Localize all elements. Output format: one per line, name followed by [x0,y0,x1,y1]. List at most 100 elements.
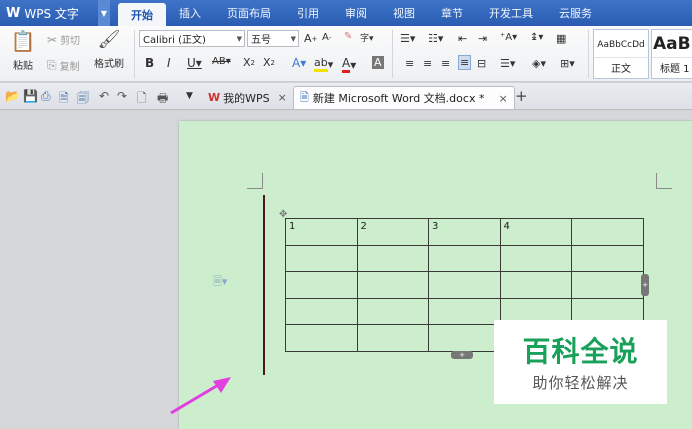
font-size-select[interactable]: 五号 ▼ [247,30,299,47]
add-column-handle[interactable]: + [641,274,649,296]
table-cell[interactable] [428,297,501,325]
text-effect-icon[interactable]: A▾ [292,56,306,70]
add-row-handle[interactable]: + [451,351,473,359]
table-cell[interactable] [428,271,501,299]
align-left-icon[interactable]: ≡ [405,57,414,70]
align-center-icon[interactable]: ≡ [423,57,432,70]
menu-tab-8[interactable]: 云服务 [546,0,605,26]
table-cell[interactable]: 3 [428,218,501,246]
table-cell[interactable] [285,297,358,325]
table-cell[interactable] [356,244,429,272]
align-right-icon[interactable]: ≡ [441,57,450,70]
table-cell[interactable]: 4 [499,218,572,246]
watermark-subtitle: 助你轻松解决 [532,374,629,392]
cut-button[interactable]: ✂ 剪切 [47,32,80,48]
menu-tab-2[interactable]: 页面布局 [214,0,284,26]
table-cell[interactable] [356,271,429,299]
decrease-indent-icon[interactable]: ⇤ [458,32,467,45]
clear-format-icon[interactable]: ✎ [344,31,352,42]
watermark-title: 百科全说 [522,335,639,368]
print-icon[interactable]: 🖶 [157,89,168,110]
menu-tab-7[interactable]: 开发工具 [476,0,546,26]
menu-tab-0[interactable]: 开始 [118,3,166,26]
table-cell[interactable] [285,324,358,352]
doc-tab-active[interactable]: 🗎 新建 Microsoft Word 文档.docx * × [293,86,515,109]
app-menu-button[interactable]: W WPS 文字 [0,0,98,26]
numbered-list-icon[interactable]: ☷▾ [428,32,443,45]
sort-icon[interactable]: ↨▾ [530,32,543,43]
shrink-font-button[interactable]: A- [322,32,331,43]
font-color-icon[interactable]: A ▾ [342,56,356,73]
italic-button[interactable]: I [167,56,171,70]
border-icon[interactable]: ⊞▾ [560,57,575,70]
paragraph-layout-icon[interactable]: 🗏▾ [213,273,227,292]
new-doc-icon[interactable]: 🗋 [137,89,147,110]
spellcheck-icon[interactable]: 🗐 [77,89,89,110]
shading-icon[interactable]: ◈▾ [532,57,546,70]
doc-icon: 🗎 [300,90,309,104]
underline-button[interactable]: U▾ [187,56,202,70]
menu-tab-1[interactable]: 插入 [166,0,214,26]
table-cell[interactable] [285,271,358,299]
table-cell[interactable] [428,324,501,352]
close-icon[interactable]: × [498,92,507,105]
table-cell[interactable] [285,244,358,272]
chinese-layout-icon[interactable]: ⁺A▾ [500,32,517,43]
menu-tab-5[interactable]: 视图 [380,0,428,26]
style-normal[interactable]: AaBbCcDd 正文 [593,29,649,79]
export-pdf-icon[interactable]: ⎙ [41,89,51,104]
menu-tab-6[interactable]: 章节 [428,0,476,26]
distributed-icon[interactable]: ⊟ [477,57,486,70]
menu-bar: W WPS 文字 ▼ 开始 插入 页面布局 引用 审阅 视图 章节 开发工具 云服务 [0,0,692,26]
chevron-down-icon: ▼ [290,34,296,43]
doc-tab-my-wps[interactable]: W 我的WPS × [202,86,293,109]
paste-label: 粘贴 [13,61,33,72]
font-name-select[interactable]: Calibri (正文) ▼ [139,30,245,47]
scissors-icon: ✂ [47,32,58,47]
customize-toolbar-icon[interactable]: ▼ [186,91,193,101]
phonetic-guide-icon[interactable]: 字▾ [360,31,374,44]
wps-logo-icon: W [6,5,21,21]
bold-button[interactable]: B [145,56,154,70]
format-painter-button[interactable]: 🖌 格式刷 [92,29,126,70]
table-cell[interactable]: 2 [356,218,429,246]
table-cell[interactable]: 1 [285,218,358,246]
close-icon[interactable]: × [278,91,287,104]
table-icon[interactable]: ▦ [556,32,566,45]
menu-tabs: 开始 插入 页面布局 引用 审阅 视图 章节 开发工具 云服务 [118,0,605,26]
table-cell[interactable] [356,324,429,352]
copy-button[interactable]: ⎘ 复制 [47,58,80,73]
table-cell[interactable] [428,244,501,272]
print-preview-icon[interactable]: 🗎 [59,89,69,110]
menu-tab-4[interactable]: 审阅 [332,0,380,26]
new-tab-icon[interactable]: + [515,87,528,105]
table-cell[interactable] [499,244,572,272]
menu-tab-3[interactable]: 引用 [284,0,332,26]
table-row: 1234 [285,218,644,246]
paste-button[interactable]: 📋 粘贴 [8,29,38,72]
line-spacing-icon[interactable]: ☰▾ [500,57,515,70]
table-cell[interactable] [571,271,644,299]
redo-icon[interactable]: ↷ [117,89,127,103]
increase-indent-icon[interactable]: ⇥ [478,32,487,45]
table-cell[interactable] [499,271,572,299]
char-shading-icon[interactable]: A [372,56,384,69]
superscript-button[interactable]: X2 [243,56,255,69]
clipboard-icon: 📋 [10,29,36,53]
brush-icon: 🖌 [97,29,121,50]
grow-font-button[interactable]: A + [304,32,317,45]
table-cell[interactable] [356,297,429,325]
open-folder-icon[interactable]: 📂 [5,89,20,103]
style-heading-1[interactable]: AaB 标题 1 [651,29,692,79]
app-menu-dropdown[interactable]: ▼ [98,0,110,26]
bullet-list-icon[interactable]: ☰▾ [400,32,415,45]
highlight-icon[interactable]: ab ▾ [314,56,333,72]
subscript-button[interactable]: X2 [263,56,275,69]
justify-icon[interactable]: ≡ [458,55,472,70]
table-row [285,244,644,272]
save-icon[interactable]: 💾 [23,89,38,103]
table-cell[interactable] [571,244,644,272]
undo-icon[interactable]: ↶ [99,89,109,103]
strikethrough-button[interactable]: AB▾ [212,56,231,67]
table-cell[interactable] [571,218,644,246]
